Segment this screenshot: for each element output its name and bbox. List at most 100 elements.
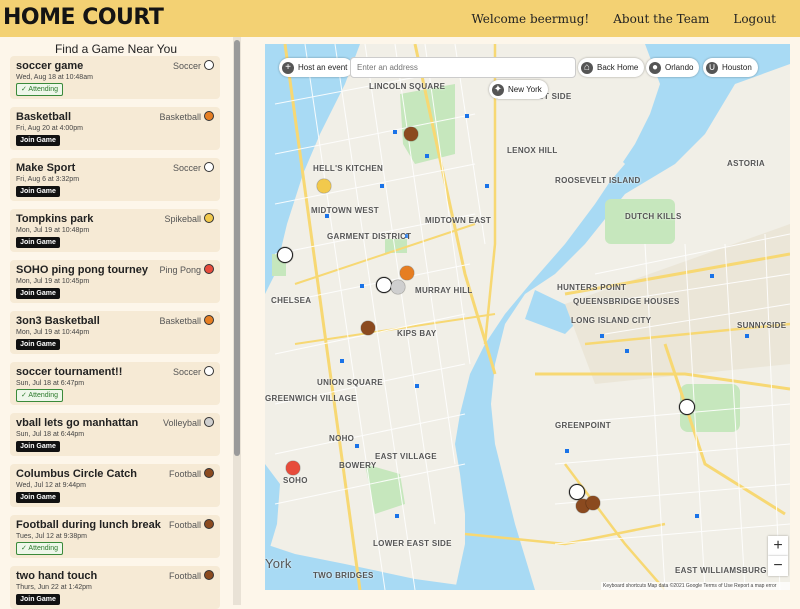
soccer-pin-icon[interactable] [277,247,293,263]
map-label: DUTCH KILLS [625,212,682,221]
football-pin-icon[interactable] [404,127,418,141]
football-icon [204,570,214,580]
sport-tag: Soccer [173,162,214,173]
soccer-icon [204,60,214,70]
map-label: LINCOLN SQUARE [369,82,446,91]
welcome-link[interactable]: Welcome beermug! [471,12,589,26]
host-event-button[interactable]: + Host an event [279,58,354,77]
sport-name: Soccer [172,367,201,377]
game-card[interactable]: soccer game Soccer Wed, Aug 18 at 10:48am ✓… [10,56,220,99]
map-label: MIDTOWN WEST [311,206,379,215]
game-date: Thurs, Jun 22 at 1:42pm [16,584,92,591]
map-label: EAST WILLIAMSBURG [675,566,767,575]
map-label: KIPS BAY [397,329,437,338]
attending-badge[interactable]: ✓ Attending [16,542,64,555]
game-title: Make Sport [16,162,76,174]
game-date: Fri, Aug 20 at 4:00pm [16,125,83,132]
join-game-button[interactable]: Join Game [16,288,60,299]
game-card[interactable]: two hand touch Football Thurs, Jun 22 at 1… [10,566,220,609]
map-label: LONG ISLAND CITY [571,316,652,325]
ping-pong-icon [204,264,214,274]
sport-tag: Soccer [173,60,214,71]
sport-tag: Volleyball [163,417,214,428]
join-game-button[interactable]: Join Game [16,594,60,605]
football-icon [204,468,214,478]
attending-badge[interactable]: ✓ Attending [16,83,64,96]
game-card[interactable]: soccer tournament!! Soccer Sun, Jul 18 at … [10,362,220,405]
houston-button[interactable]: ∪ Houston [703,58,758,77]
liberty-icon: ✦ [492,83,504,96]
map-label: LOWER EAST SIDE [373,539,452,548]
home-icon: ⌂ [581,61,593,74]
zoom-in-button[interactable]: + [768,536,788,556]
join-game-button[interactable]: Join Game [16,339,60,350]
plus-icon: + [282,61,294,74]
new-york-label: New York [508,85,542,94]
map[interactable]: LINCOLN SQUARE UPPER EAST SIDE LENOX HIL… [265,44,790,590]
sport-tag: Football [169,570,214,581]
football-pin-icon[interactable] [361,321,375,335]
game-title: 3on3 Basketball [16,315,100,327]
sport-tag: Ping Pong [159,264,214,275]
join-game-button[interactable]: Join Game [16,135,60,146]
game-title: Tompkins park [16,213,94,225]
game-title: Basketball [16,111,72,123]
game-title: soccer game [16,60,84,72]
soccer-pin-icon[interactable] [679,399,695,415]
soccer-pin-icon[interactable] [569,484,585,500]
about-link[interactable]: About the Team [613,12,709,26]
back-home-button[interactable]: ⌂ Back Home [578,58,645,77]
soccer-icon [204,162,214,172]
spikeball-pin-icon[interactable] [317,179,331,193]
longhorn-icon: ∪ [706,61,718,74]
game-card[interactable]: Tompkins park Spikeball Mon, Jul 19 at 10:… [10,209,220,252]
houston-label: Houston [722,63,752,72]
logout-link[interactable]: Logout [733,12,776,26]
map-canvas [265,44,790,590]
scrollbar-thumb[interactable] [234,40,240,456]
game-card[interactable]: vball lets go manhattan Volleyball Sun, Ju… [10,413,220,456]
game-title: Columbus Circle Catch [16,468,138,480]
map-label: GREENPOINT [555,421,611,430]
sidebar-title: Find a Game Near You [54,42,178,56]
map-label: CHELSEA [271,296,312,305]
game-card[interactable]: SOHO ping pong tourney Ping Pong Mon, Jul … [10,260,220,303]
game-card[interactable]: 3on3 Basketball Basketball Mon, Jul 19 at … [10,311,220,354]
game-card[interactable]: Football during lunch break Football Tues,… [10,515,220,558]
basketball-icon [204,111,214,121]
sport-tag: Football [169,519,214,530]
host-event-label: Host an event [298,63,348,72]
nav-links: Welcome beermug! About the Team Logout [471,0,776,37]
football-pin-icon[interactable] [586,496,600,510]
attending-badge[interactable]: ✓ Attending [16,389,64,402]
game-date: Sun, Jul 18 at 6:44pm [16,431,85,438]
soccer-pin-icon[interactable] [376,277,392,293]
map-label: MIDTOWN EAST [425,216,492,225]
soccer-icon [204,366,214,376]
orlando-button[interactable]: ● Orlando [646,58,700,77]
game-card[interactable]: Columbus Circle Catch Football Wed, Jul 12… [10,464,220,507]
basketball-pin-icon[interactable] [400,266,414,280]
pingpong-pin-icon[interactable] [286,461,300,475]
map-attribution[interactable]: Keyboard shortcuts Map data ©2021 Google… [601,582,790,590]
game-card[interactable]: Make Sport Soccer Fri, Aug 6 at 3:32pm Join… [10,158,220,201]
join-game-button[interactable]: Join Game [16,441,60,452]
new-york-button[interactable]: ✦ New York [489,80,548,99]
sport-name: Spikeball [164,214,201,224]
zoom-out-button[interactable]: − [768,556,788,576]
volleyball-icon [204,417,214,427]
home-court-logo[interactable]: HOME COURT [3,2,164,34]
sport-name: Ping Pong [159,265,201,275]
address-input[interactable] [350,57,576,78]
join-game-button[interactable]: Join Game [16,237,60,248]
game-date: Mon, Jul 19 at 10:48pm [16,227,90,234]
sport-name: Soccer [172,61,201,71]
sport-name: Basketball [159,316,201,326]
join-game-button[interactable]: Join Game [16,492,60,503]
volleyball-pin-icon[interactable] [391,280,405,294]
game-date: Sun, Jul 18 at 6:47pm [16,380,85,387]
basketball-icon [204,315,214,325]
join-game-button[interactable]: Join Game [16,186,60,197]
map-label: HUNTERS POINT [557,283,627,292]
game-card[interactable]: Basketball Basketball Fri, Aug 20 at 4:00p… [10,107,220,150]
